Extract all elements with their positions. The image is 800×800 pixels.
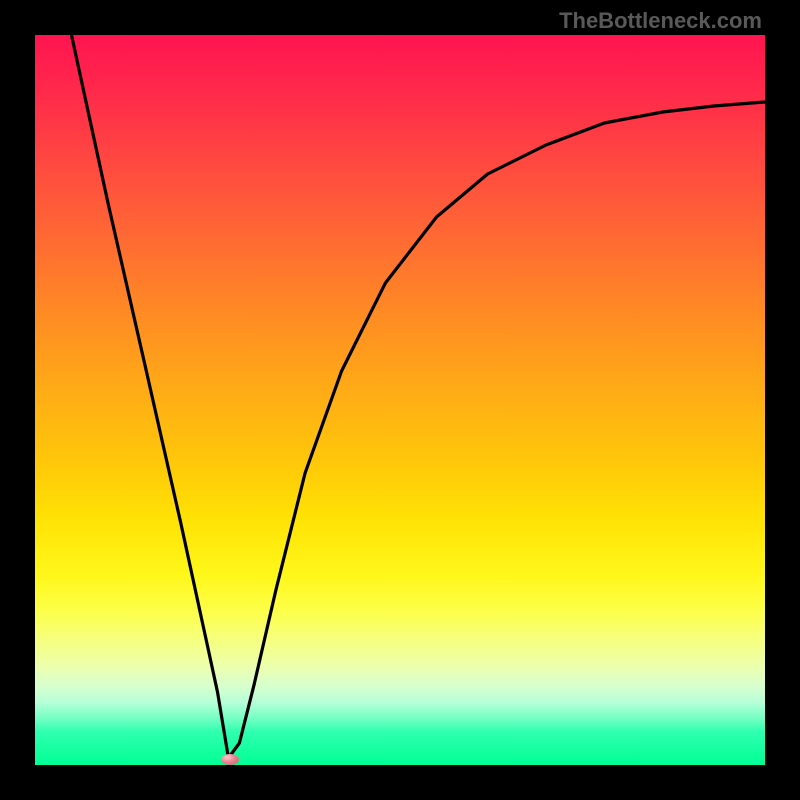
chart-frame: TheBottleneck.com — [0, 0, 800, 800]
watermark: TheBottleneck.com — [559, 8, 762, 34]
bottleneck-curve — [35, 35, 765, 765]
curve-path — [72, 35, 766, 758]
optimal-point-marker — [221, 754, 239, 765]
